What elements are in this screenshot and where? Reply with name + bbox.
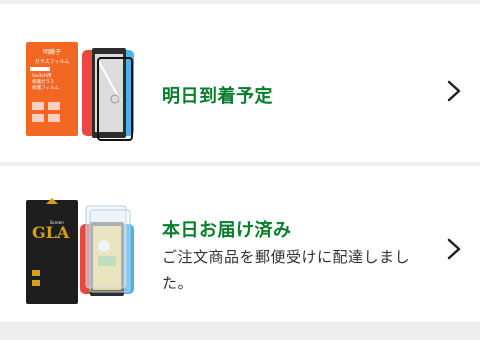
thumb-caption-text: Screen (50, 220, 64, 225)
delivery-status: 本日お届け済み (162, 220, 292, 241)
chevron-right-icon[interactable] (446, 238, 462, 260)
product-thumbnail: GLA Screen (26, 198, 134, 304)
thumb-brand-text: GLA (32, 223, 70, 242)
thumb-label-text: 保護フィルム (32, 84, 59, 91)
delivery-description: ご注文商品を郵便受けに配達しました。 (162, 248, 411, 292)
chevron-right-icon[interactable] (446, 80, 462, 102)
product-thumbnail: 明鏡子 ガラスフィルム Switch用 保護ガラス 保護フィルム (26, 42, 134, 141)
thumb-label-text: 保護ガラス (32, 78, 55, 85)
order-item[interactable]: GLA Screen 本日お届け済み ご注文商品を郵便受けに配達しました。 (0, 166, 480, 322)
delivery-status: 明日到着予定 (162, 86, 273, 107)
thumb-label-text: Switch用 (32, 73, 51, 79)
thumb-brand-text: 明鏡子 (43, 48, 61, 56)
order-item[interactable]: 明鏡子 ガラスフィルム Switch用 保護ガラス 保護フィルム 明日到着予定 (0, 4, 480, 162)
thumb-caption-text: ガラスフィルム (35, 58, 70, 65)
